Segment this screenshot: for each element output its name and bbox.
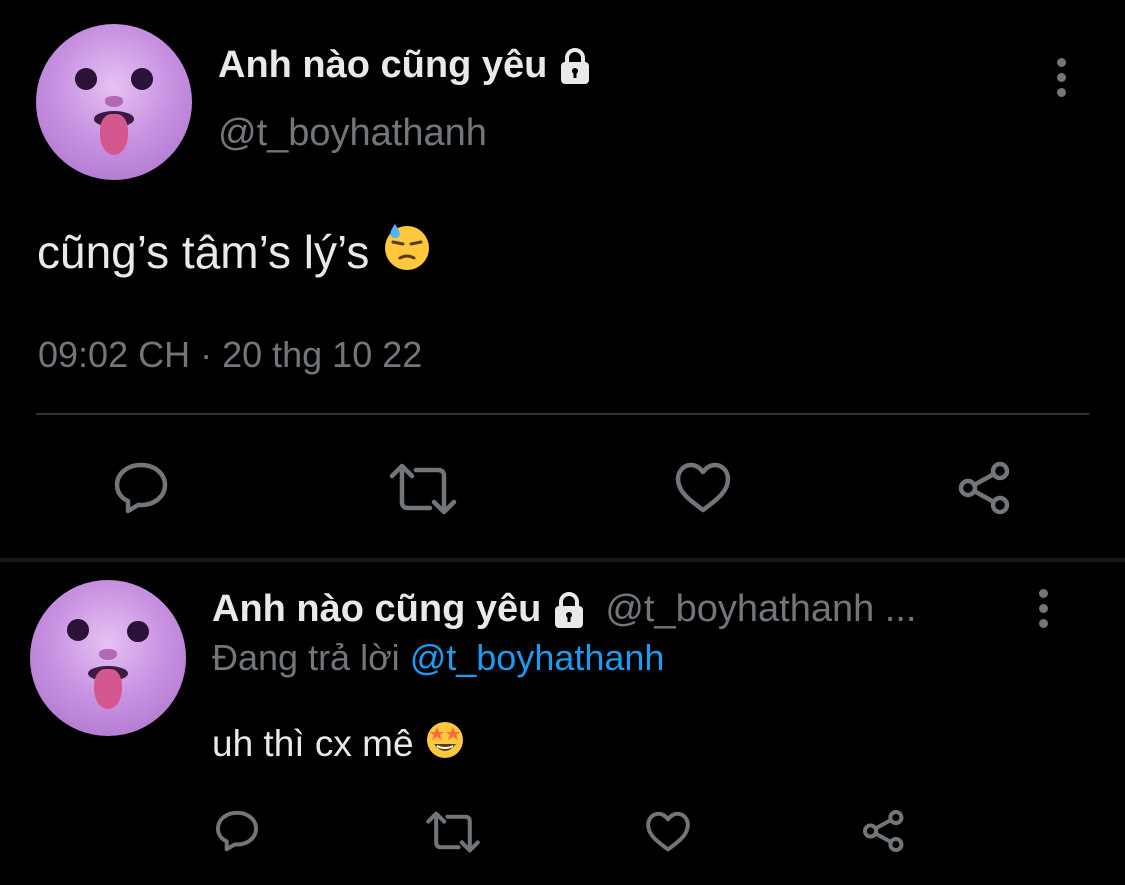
replying-to: Đang trả lời @t_boyhathanh: [212, 637, 664, 679]
replying-label: Đang trả lời: [212, 637, 400, 678]
like-button[interactable]: [645, 810, 691, 854]
main-tweet: Anh nào cũng yêu @t_boyhathanh cũng’s tâ…: [0, 0, 1125, 560]
reply-icon: [215, 810, 259, 852]
retweet-button[interactable]: [425, 810, 481, 854]
retweet-icon: [426, 811, 480, 853]
reply-button[interactable]: [112, 460, 170, 516]
user-handle[interactable]: @t_boyhathanh ...: [605, 588, 916, 631]
share-icon: [862, 809, 904, 853]
reply-button[interactable]: [214, 808, 260, 854]
reply-icon: [114, 462, 168, 514]
section-separator: [0, 558, 1125, 562]
tweet-thread: Anh nào cũng yêu @t_boyhathanh cũng’s tâ…: [0, 0, 1125, 885]
avatar-eye: [67, 619, 90, 641]
like-button[interactable]: [674, 461, 732, 515]
more-options-icon[interactable]: [1039, 589, 1048, 634]
avatar-eye: [131, 67, 153, 90]
reply-header: Anh nào cũng yêu @t_boyhathanh ...: [212, 588, 916, 631]
tweet-text: uh thì cx mê: [212, 718, 466, 769]
avatar-tongue: [99, 114, 129, 156]
display-name-row[interactable]: Anh nào cũng yêu: [218, 44, 595, 87]
avatar-eye: [126, 620, 149, 643]
avatar-nose: [98, 648, 118, 660]
retweet-icon: [389, 463, 457, 515]
retweet-button[interactable]: [388, 462, 458, 516]
like-icon: [646, 811, 690, 852]
mention-link[interactable]: @t_boyhathanh: [410, 637, 665, 678]
share-button[interactable]: [956, 460, 1014, 516]
avatar-nose: [104, 95, 124, 107]
avatar[interactable]: [30, 580, 186, 736]
share-icon: [958, 461, 1010, 515]
divider: [36, 413, 1089, 415]
like-icon: [675, 462, 731, 513]
more-options-icon[interactable]: [1057, 58, 1066, 103]
downcast-sweat-face-icon: [381, 220, 433, 283]
avatar-eye: [75, 67, 97, 90]
avatar[interactable]: [36, 24, 192, 180]
tweet-text-content: cũng’s tâm’s lý’s: [37, 225, 370, 278]
tweet-timestamp[interactable]: 09:02 CH · 20 thg 10 22: [38, 334, 422, 376]
tweet-text-content: uh thì cx mê: [212, 722, 414, 764]
lock-icon: [555, 46, 595, 86]
display-name[interactable]: Anh nào cũng yêu: [218, 44, 547, 87]
tweet-text: cũng’s tâm’s lý’s: [37, 220, 433, 283]
lock-icon: [549, 590, 589, 630]
avatar-tongue: [93, 668, 123, 710]
star-struck-face-icon: [424, 718, 466, 769]
share-button[interactable]: [861, 808, 907, 854]
display-name[interactable]: Anh nào cũng yêu: [212, 588, 541, 631]
user-handle[interactable]: @t_boyhathanh: [218, 112, 487, 155]
